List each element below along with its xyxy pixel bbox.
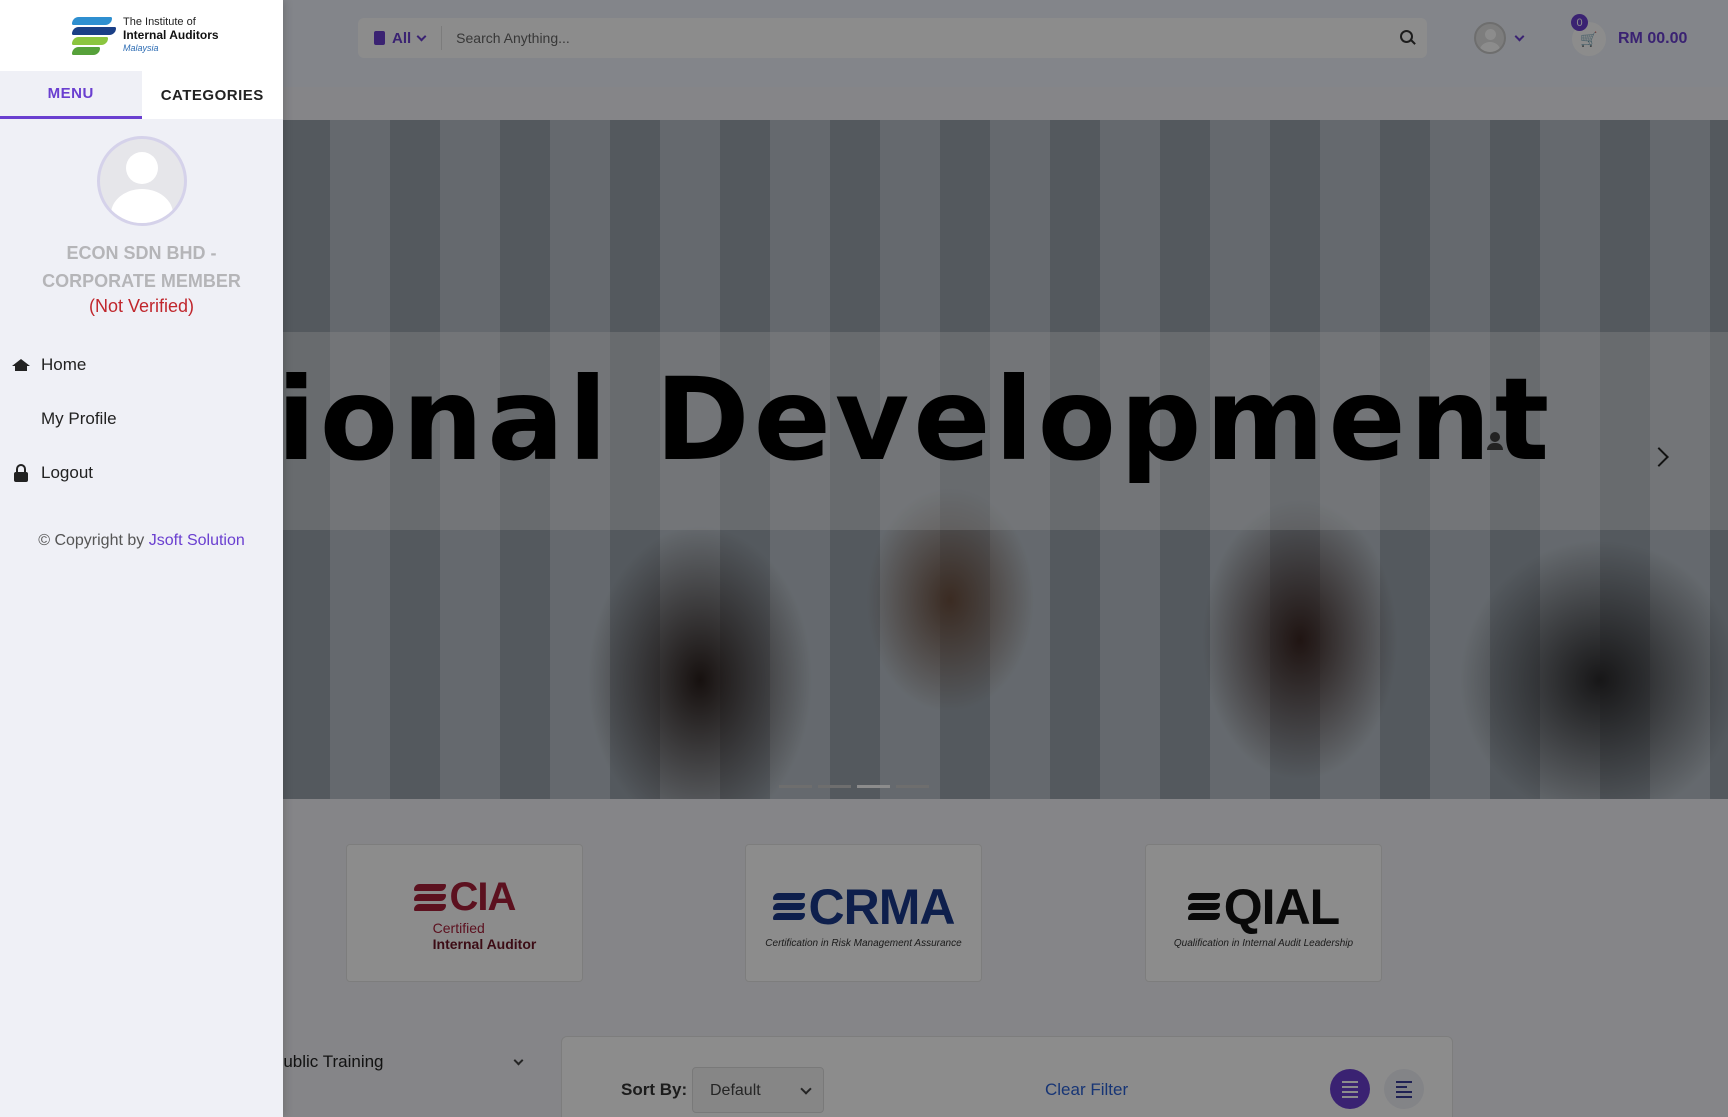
user-icon <box>1486 432 1504 450</box>
profile-avatar <box>96 136 187 226</box>
verification-status: (Not Verified) <box>88 296 195 316</box>
drawer-tabs: MENU CATEGORIES <box>0 71 283 119</box>
copyright: © Copyright by Jsoft Solution <box>38 532 245 549</box>
menu-item-home[interactable]: Home <box>0 338 283 392</box>
tab-menu[interactable]: MENU <box>0 71 142 119</box>
jsoft-solution-link[interactable]: Jsoft Solution <box>149 532 245 549</box>
lock-icon <box>12 464 30 482</box>
drawer-menu: Home My Profile Logout <box>0 338 1503 500</box>
profile-section: ECON SDN BHD - CORPORATE MEMBER (Not Ver… <box>0 119 283 317</box>
iia-logo-icon <box>72 16 116 55</box>
menu-item-logout[interactable]: Logout <box>0 446 283 500</box>
tab-categories[interactable]: CATEGORIES <box>142 71 284 119</box>
organization-name: ECON SDN BHD - CORPORATE MEMBER <box>42 243 241 291</box>
iia-malaysia-logo[interactable]: The Institute of Internal Auditors Malay… <box>0 0 283 71</box>
menu-item-my-profile[interactable]: My Profile <box>0 392 1503 450</box>
home-icon <box>12 356 30 374</box>
side-drawer: The Institute of Internal Auditors Malay… <box>0 0 1503 1117</box>
